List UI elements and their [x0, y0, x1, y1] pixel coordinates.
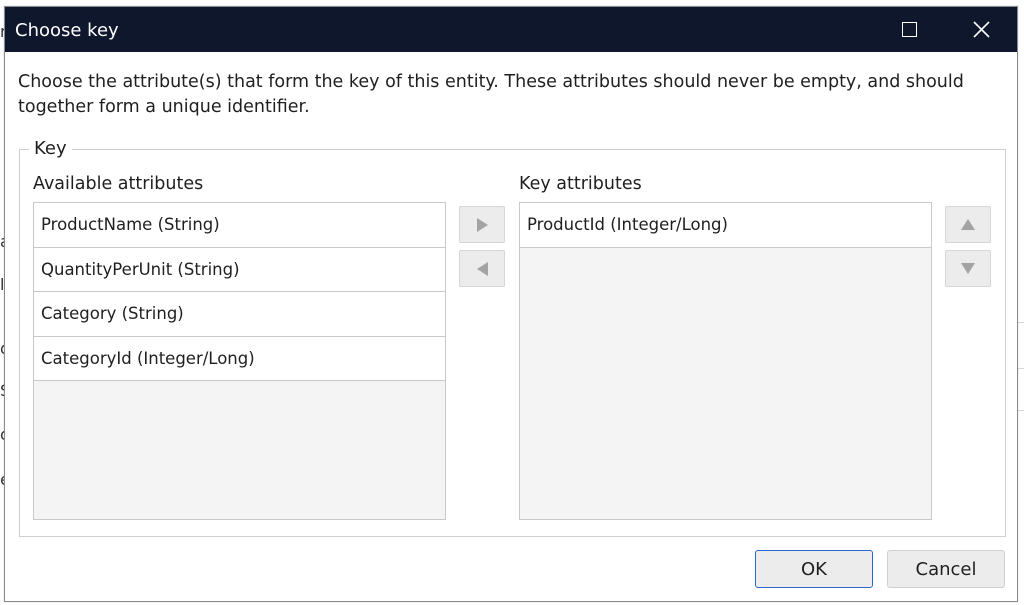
maximize-icon — [901, 22, 917, 37]
arrow-right-icon — [476, 217, 488, 232]
list-item[interactable]: CategoryId (Integer/Long) — [34, 336, 445, 381]
add-to-key-button[interactable] — [459, 206, 505, 243]
remove-from-key-button[interactable] — [459, 250, 505, 287]
background-divider — [1018, 322, 1024, 323]
arrow-up-icon — [961, 219, 975, 230]
maximize-button[interactable] — [881, 7, 937, 52]
key-attributes-list[interactable]: ProductId (Integer/Long) — [519, 202, 932, 520]
dialog-title: Choose key — [15, 20, 119, 41]
background-divider — [1018, 410, 1024, 411]
background-divider — [1018, 368, 1024, 369]
close-button[interactable] — [953, 7, 1009, 52]
list-item[interactable]: QuantityPerUnit (String) — [34, 247, 445, 292]
move-down-button[interactable] — [945, 250, 991, 287]
title-bar[interactable]: Choose key — [5, 7, 1017, 52]
move-up-button[interactable] — [945, 206, 991, 243]
arrow-down-icon — [961, 263, 975, 274]
available-attributes-list[interactable]: ProductName (String) QuantityPerUnit (St… — [33, 202, 446, 520]
list-item[interactable]: Category (String) — [34, 292, 445, 337]
close-icon — [972, 21, 990, 38]
choose-key-dialog: Choose key Choose the attribute(s) that … — [4, 6, 1018, 602]
cancel-button[interactable]: Cancel — [887, 550, 1005, 588]
ok-button[interactable]: OK — [755, 550, 873, 588]
available-attributes-label: Available attributes — [33, 174, 204, 194]
list-item[interactable]: ProductId (Integer/Long) — [520, 203, 931, 248]
key-group-label: Key — [29, 138, 72, 159]
arrow-left-icon — [476, 261, 488, 276]
list-item[interactable]: ProductName (String) — [34, 203, 445, 248]
dialog-description: Choose the attribute(s) that form the ke… — [18, 72, 964, 117]
key-attributes-label: Key attributes — [519, 174, 642, 194]
